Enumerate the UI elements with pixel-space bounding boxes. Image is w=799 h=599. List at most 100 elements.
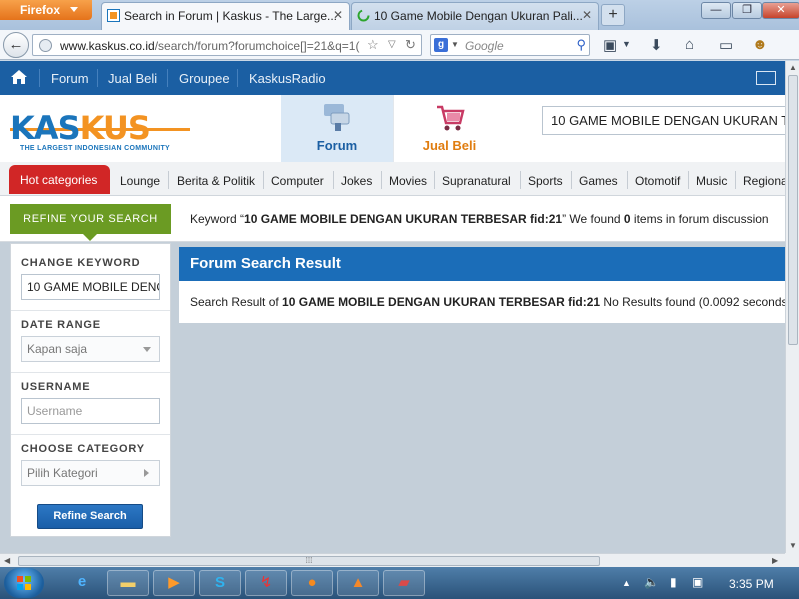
tab-title: Search in Forum | Kaskus - The Large... [124,9,337,23]
header-search-input[interactable]: 10 GAME MOBILE DENGAN UKURAN TERBESAR [542,106,785,135]
category-divider [168,171,169,189]
skype-icon: S [214,574,225,591]
url-text: www.kaskus.co.id/search/forum?forumchoic… [60,39,362,53]
media-player-button[interactable]: ▶ [153,570,195,596]
winrar-button[interactable]: ▰ [383,570,425,596]
keyword-suffix: items in forum discussion [630,212,769,226]
category-divider [434,171,435,189]
bookmarks-icon[interactable]: ▣ [603,36,617,54]
change-keyword-label: CHANGE KEYWORD [21,257,141,269]
firefox-taskbar-button[interactable]: ● [291,570,333,596]
search-box[interactable]: g ▼ Google ⚲ [430,34,590,56]
category-sports[interactable]: Sports [528,174,563,188]
forum-tile[interactable]: Forum [281,95,393,162]
close-tab-icon[interactable]: ✕ [582,8,592,22]
minimize-button[interactable]: — [701,2,731,19]
vlc-button[interactable]: ▲ [337,570,379,596]
refine-search-button[interactable]: Refine Search [37,504,143,529]
volume-icon[interactable]: 🔈 [644,575,659,589]
skype-button[interactable]: S [199,570,241,596]
nav-forum[interactable]: Forum [51,71,89,86]
category-computer[interactable]: Computer [271,174,324,188]
browser-title-bar: Firefox Search in Forum | Kaskus - The L… [0,0,799,30]
firefox-menu-button[interactable]: Firefox [0,0,92,20]
home-icon[interactable] [10,69,28,85]
refine-your-search-tab[interactable]: REFINE YOUR SEARCH [10,204,171,241]
kaskus-logo[interactable]: KASKUS THE LARGEST INDONESIAN COMMUNITY [10,109,190,154]
scroll-left-icon[interactable]: ◀ [4,556,10,565]
tab-10-game-mobile[interactable]: 10 Game Mobile Dengan Ukuran Pali... ✕ [351,2,599,30]
reload-icon[interactable]: ↻ [405,37,416,53]
new-tab-button[interactable]: + [601,4,625,26]
nav-jual-beli[interactable]: Jual Beli [108,71,157,86]
back-button[interactable]: ← [3,32,29,58]
category-divider [688,171,689,189]
addon-smiley-icon[interactable]: ☻ [752,36,768,53]
show-hidden-icons-icon[interactable]: ▲ [622,578,631,588]
google-icon: g [434,38,448,52]
bookmark-star-icon[interactable]: ☆ [367,37,379,53]
windows-logo-icon [17,576,31,590]
search-icon[interactable]: ⚲ [576,37,586,53]
category-berita-politik[interactable]: Berita & Politik [177,174,255,188]
maximize-button[interactable]: ❐ [732,2,762,19]
category-otomotif[interactable]: Otomotif [635,174,680,188]
close-window-button[interactable]: ✕ [762,2,799,19]
sidebar-divider [11,434,170,435]
nav-groupee[interactable]: Groupee [179,71,230,86]
internet-explorer-button[interactable]: e [61,570,103,596]
category-games[interactable]: Games [579,174,618,188]
jual-beli-tile[interactable]: Jual Beli [393,95,505,162]
choose-category-select[interactable]: Pilih Kategori [21,460,160,486]
hot-categories-tab[interactable]: Hot categories [9,165,110,194]
url-bar[interactable]: www.kaskus.co.id/search/forum?forumchoic… [32,34,422,56]
scroll-right-icon[interactable]: ▶ [772,556,778,565]
vertical-scroll-thumb[interactable] [788,75,798,345]
category-movies[interactable]: Movies [389,174,427,188]
explorer-button[interactable]: ▬ [107,570,149,596]
web-page: Forum Jual Beli Groupee KaskusRadio KASK… [0,61,785,553]
windows-taskbar: e ▬ ▶ S ↯ ● ▲ ▰ ▲ 🔈 ▮ ▣ 3:35 PM [0,567,799,599]
category-jokes[interactable]: Jokes [341,174,372,188]
start-button[interactable] [4,568,44,598]
date-range-select[interactable]: Kapan saja [21,336,160,362]
home-icon[interactable]: ⌂ [685,36,694,53]
network-icon[interactable]: ▣ [692,575,703,589]
tab-search-in-forum[interactable]: Search in Forum | Kaskus - The Large... … [101,2,350,30]
horizontal-scrollbar[interactable]: ◀ ⁞⁞⁞ ▶ [0,553,785,567]
shopping-cart-icon [437,105,465,131]
bookmarks-dropdown-icon[interactable]: ▼ [622,39,631,49]
forum-chat-icon [324,104,350,131]
archive-icon: ▰ [398,574,410,591]
taskbar-clock[interactable]: 3:35 PM [729,577,774,591]
category-regional[interactable]: Regional [743,174,785,188]
category-music[interactable]: Music [696,174,727,188]
vertical-scrollbar[interactable]: ▲ ▼ [785,61,799,553]
close-tab-icon[interactable]: ✕ [333,8,343,22]
search-engine-dropdown-icon[interactable]: ▼ [451,40,459,49]
category-bar: Hot categories Lounge Berita & Politik C… [0,162,785,196]
url-history-dropdown-icon[interactable]: ▽ [388,39,396,50]
scroll-down-icon[interactable]: ▼ [789,541,797,550]
category-value: Pilih Kategori [27,466,98,480]
horizontal-scroll-thumb[interactable]: ⁞⁞⁞ [18,556,600,566]
sidebar-divider [11,372,170,373]
app-button[interactable]: ↯ [245,570,287,596]
logo-text-a: KAS [10,109,81,147]
category-lounge[interactable]: Lounge [120,174,160,188]
downloads-icon[interactable]: ⬇ [650,36,663,54]
battery-icon[interactable]: ▮ [670,575,677,589]
internet-explorer-icon: e [77,573,87,590]
site-header: KASKUS THE LARGEST INDONESIAN COMMUNITY … [0,95,785,162]
scroll-up-icon[interactable]: ▲ [789,63,797,72]
globe-icon [39,39,52,52]
window-icon[interactable]: ▭ [719,36,733,54]
menu-icon[interactable] [756,71,776,85]
category-divider [333,171,334,189]
chevron-down-icon [143,347,151,352]
result-prefix: Search Result of [190,295,283,309]
change-keyword-input[interactable]: 10 GAME MOBILE DENGAN UKURAN TERBESAR [21,274,160,300]
username-input[interactable]: Username [21,398,160,424]
nav-kaskusradio[interactable]: KaskusRadio [249,71,326,86]
category-supranatural[interactable]: Supranatural [442,174,511,188]
